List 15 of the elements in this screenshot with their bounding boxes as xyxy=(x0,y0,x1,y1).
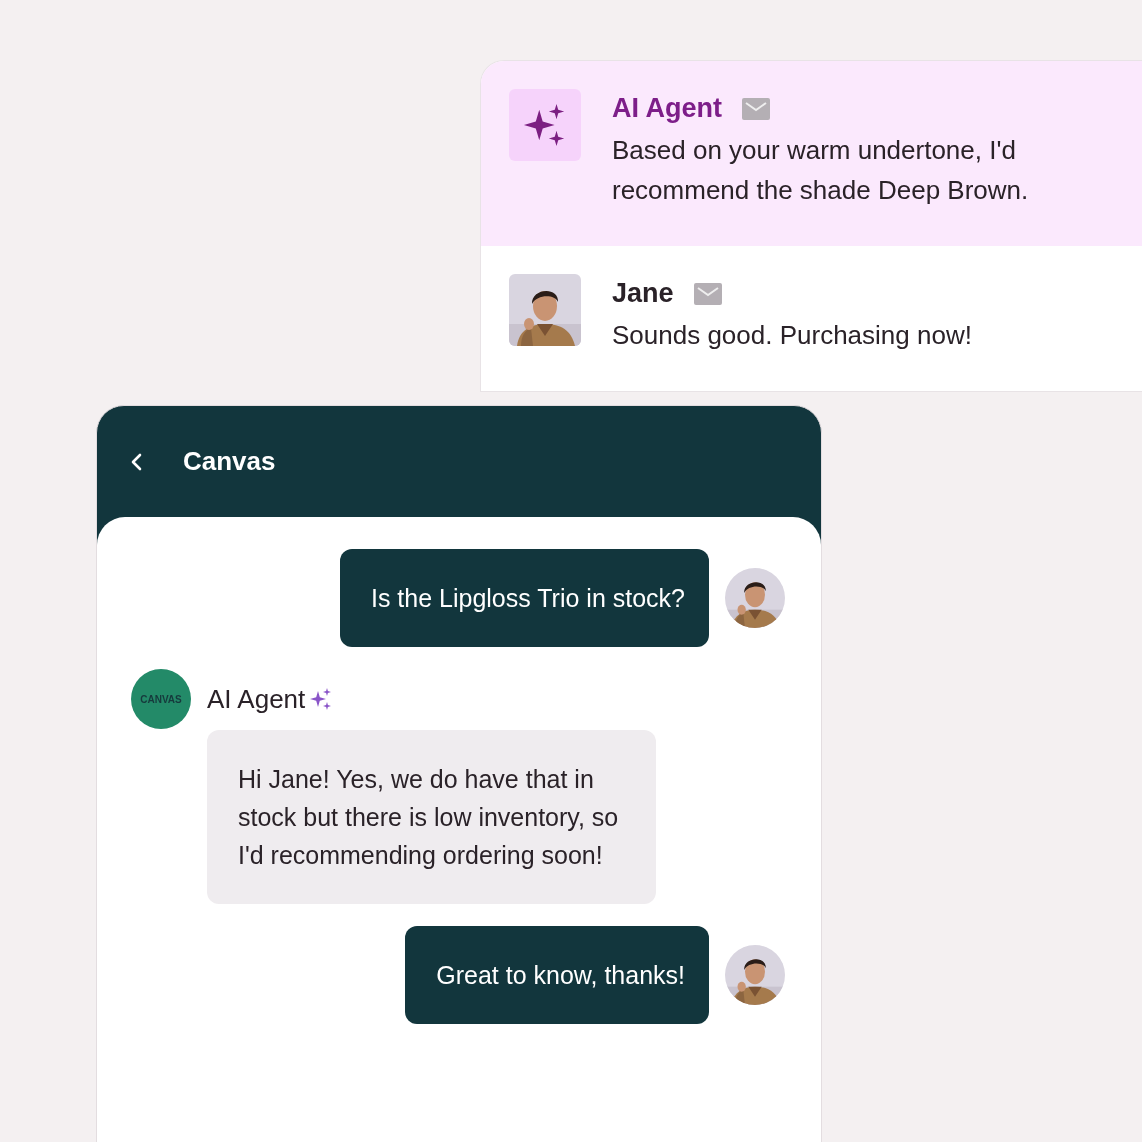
chat-title: Canvas xyxy=(183,446,276,477)
sender-name: AI Agent xyxy=(207,683,306,715)
message-row[interactable]: Jane Sounds good. Purchasing now! xyxy=(481,246,1142,391)
logo: CANVAS xyxy=(131,669,191,729)
sender-name: Jane xyxy=(612,278,674,309)
message-text: Based on your warm undertone, I'd recommend the shade Deep Brown. xyxy=(612,134,1030,207)
message-text: Sounds good. Purchasing now! xyxy=(612,319,972,352)
message-bubble: Great to know, thanks! xyxy=(405,926,709,1024)
envelope-icon xyxy=(693,282,722,305)
message-row[interactable]: AI Agent Based on your warm undertone, I'd recommend the shade Deep Brown. xyxy=(481,61,1142,246)
sender-name: AI Agent xyxy=(612,93,722,124)
message-bubble: Is the Lipgloss Trio in stock? xyxy=(339,549,709,647)
message-bubble: Hi Jane! Yes, we do have that in stock but there is low inventory, so I'd recommending ordering soon! xyxy=(207,730,656,904)
envelope-icon xyxy=(742,97,770,120)
sparkle-icon xyxy=(509,89,581,161)
